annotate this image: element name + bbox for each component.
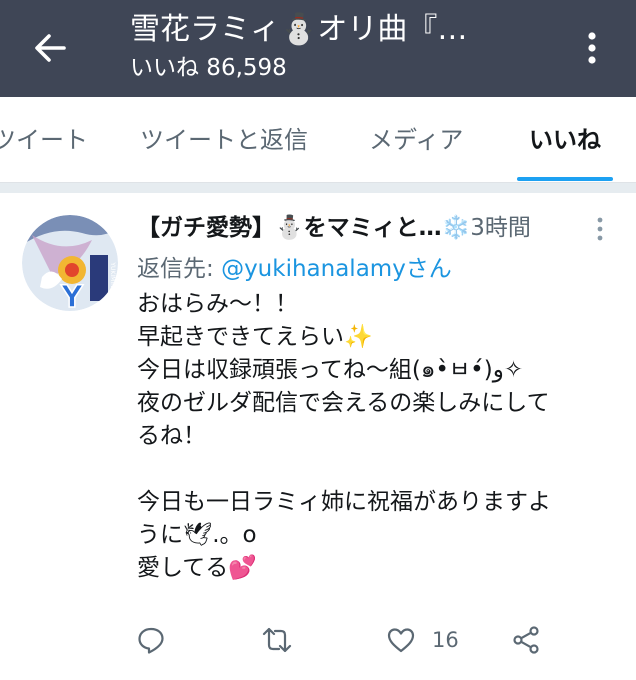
reply-prefix: 返信先: <box>137 256 222 282</box>
tweet-text: おはらみ〜！！ 早起きできてえらい✨ 今日は収録頑張ってね〜組(๑•̀ㅂ•́)و… <box>137 288 617 585</box>
divider <box>0 183 636 193</box>
tab-likes[interactable]: いいね <box>529 97 601 183</box>
tweet-header: 【ガチ愛勢】⛄をマミィと…❄️3時間 <box>137 211 577 245</box>
retweet-icon[interactable] <box>262 618 292 662</box>
more-vertical-icon[interactable] <box>572 26 612 70</box>
likes-count-subtitle: いいね 86,598 <box>130 55 287 81</box>
reply-to: 返信先: @yukihanalamyさん <box>137 252 452 286</box>
tweet-time[interactable]: 3時間 <box>470 215 531 241</box>
tweet-line: おはらみ〜！！ <box>137 291 298 317</box>
back-arrow-icon[interactable] <box>30 28 70 68</box>
avatar-letter: Y <box>60 280 84 311</box>
tweet-line: 早起きできてえらい✨ <box>137 324 373 350</box>
tweet-line: 愛してる💕 <box>137 555 257 581</box>
tweet-line <box>137 453 617 486</box>
tab-tweets[interactable]: ツイート <box>0 97 88 183</box>
profile-tabs: ツイート ツイートと返信 メディア いいね <box>0 97 636 183</box>
tab-media[interactable]: メディア <box>369 97 463 183</box>
tab-tweets-and-replies[interactable]: ツイートと返信 <box>140 97 308 183</box>
tweet[interactable]: YUKIMIN Y 【ガチ愛勢】⛄をマミィと…❄️3時間 返信先: @yukih… <box>0 193 636 680</box>
tweet-more-icon[interactable] <box>590 215 610 243</box>
active-tab-indicator <box>517 177 613 181</box>
like-count: 16 <box>432 628 459 652</box>
tweet-line: 夜のゼルダ配信で会えるの楽しみにして <box>137 390 550 416</box>
share-icon[interactable] <box>511 618 541 662</box>
top-app-bar: 雪花ラミィ⛄オリ曲『… いいね 86,598 <box>0 0 636 97</box>
avatar[interactable]: YUKIMIN Y <box>22 215 118 311</box>
tweet-actions: 16 <box>0 618 636 662</box>
reply-handle-link[interactable]: @yukihanalamyさん <box>221 256 452 282</box>
author-name[interactable]: 【ガチ愛勢】⛄をマミィと…❄️ <box>137 215 470 241</box>
tweet-line: うに🕊.。o <box>137 522 257 548</box>
tweet-line: 今日は収録頑張ってね〜組(๑•̀ㅂ•́)و✧ <box>137 357 524 383</box>
reply-icon[interactable] <box>136 618 166 662</box>
like-heart-icon[interactable] <box>386 618 416 662</box>
avatar-side-text: YUKIMIN <box>109 261 116 287</box>
profile-title: 雪花ラミィ⛄オリ曲『… <box>130 12 468 47</box>
tweet-line: るね！ <box>137 423 206 449</box>
tweet-line: 今日も一日ラミィ姉に祝福がありますよ <box>137 489 551 515</box>
